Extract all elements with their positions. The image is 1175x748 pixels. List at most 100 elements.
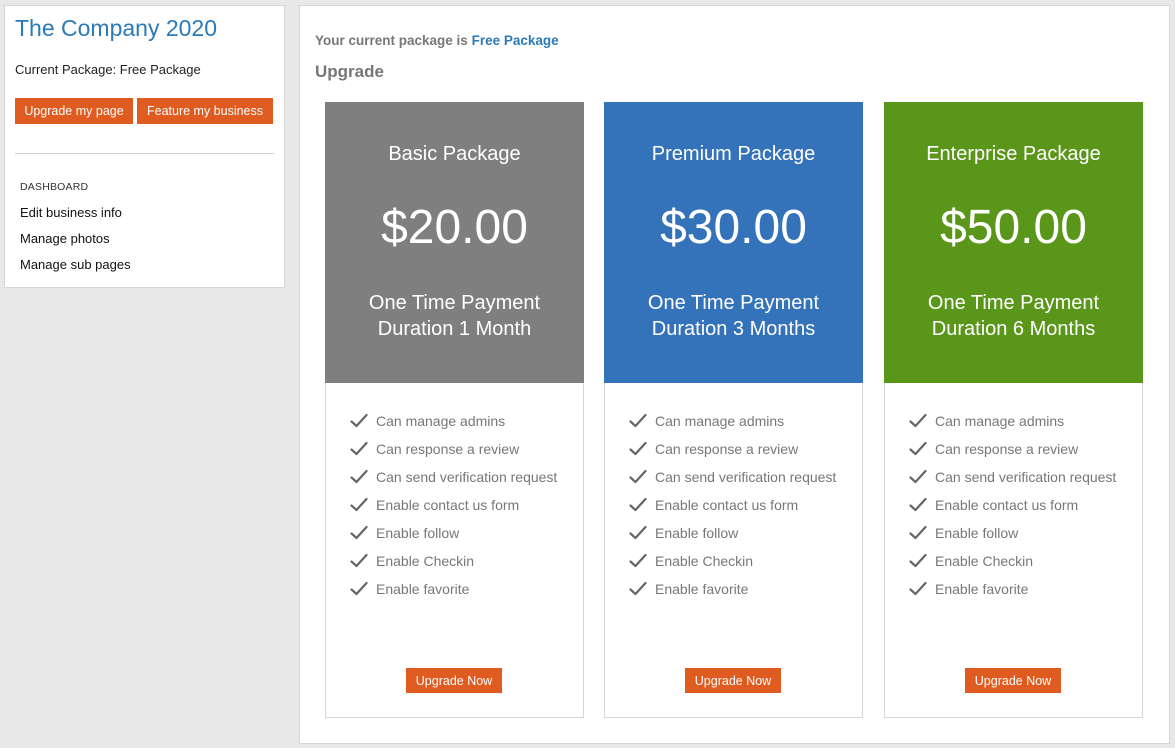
- feature-item: Can response a review: [909, 440, 1124, 458]
- package-price: $50.00: [940, 201, 1087, 254]
- feature-item: Enable follow: [909, 524, 1124, 542]
- feature-item: Enable Checkin: [629, 552, 844, 570]
- main-panel: Your current package is Free Package Upg…: [299, 5, 1170, 744]
- package-card-basic: Basic Package $20.00 One Time Payment Du…: [325, 102, 584, 718]
- feature-item: Can response a review: [350, 440, 565, 458]
- check-icon: [350, 525, 368, 540]
- check-icon: [629, 441, 647, 456]
- check-icon: [909, 413, 927, 428]
- current-package-text: Current Package: Free Package: [15, 62, 201, 77]
- check-icon: [909, 553, 927, 568]
- feature-list: Can manage admins Can response a review Ca…: [350, 412, 565, 608]
- feature-label: Can response a review: [376, 441, 520, 457]
- package-header: Premium Package $30.00 One Time Payment …: [604, 102, 863, 383]
- feature-label: Enable favorite: [655, 581, 749, 597]
- feature-label: Can manage admins: [655, 413, 785, 429]
- company-title[interactable]: The Company 2020: [15, 15, 217, 42]
- feature-item: Can manage admins: [629, 412, 844, 430]
- check-icon: [629, 413, 647, 428]
- feature-item: Enable favorite: [909, 580, 1124, 598]
- upgrade-now-button[interactable]: Upgrade Now: [965, 668, 1061, 693]
- check-icon: [350, 469, 368, 484]
- package-header: Basic Package $20.00 One Time Payment Du…: [325, 102, 584, 383]
- package-duration: Duration 6 Months: [931, 318, 1096, 340]
- check-icon: [350, 441, 368, 456]
- check-icon: [629, 581, 647, 596]
- package-payment: One Time Payment: [647, 292, 820, 314]
- sidebar-link-manage-sub-pages[interactable]: Manage sub pages: [20, 257, 131, 272]
- feature-label: Enable Checkin: [655, 553, 754, 569]
- package-duration: Duration 3 Months: [651, 318, 816, 340]
- feature-label: Enable follow: [655, 525, 739, 541]
- package-payment: One Time Payment: [368, 292, 541, 314]
- check-icon: [909, 581, 927, 596]
- feature-label: Enable contact us form: [655, 497, 799, 513]
- package-price: $20.00: [381, 201, 528, 254]
- check-icon: [909, 497, 927, 512]
- feature-item: Enable contact us form: [350, 496, 565, 514]
- package-card-enterprise: Enterprise Package $50.00 One Time Payme…: [884, 102, 1143, 718]
- feature-item: Enable contact us form: [909, 496, 1124, 514]
- current-package-link[interactable]: Free Package: [472, 33, 559, 48]
- check-icon: [350, 413, 368, 428]
- package-header: Enterprise Package $50.00 One Time Payme…: [884, 102, 1143, 383]
- check-icon: [350, 581, 368, 596]
- check-icon: [629, 525, 647, 540]
- feature-item: Can send verification request: [350, 468, 565, 486]
- check-icon: [629, 553, 647, 568]
- feature-label: Enable Checkin: [376, 553, 475, 569]
- feature-label: Can manage admins: [935, 413, 1065, 429]
- feature-item: Enable contact us form: [629, 496, 844, 514]
- feature-item: Enable follow: [629, 524, 844, 542]
- sidebar-link-manage-photos[interactable]: Manage photos: [20, 231, 110, 246]
- upgrade-now-button[interactable]: Upgrade Now: [406, 668, 502, 693]
- check-icon: [350, 497, 368, 512]
- check-icon: [909, 441, 927, 456]
- feature-label: Enable contact us form: [935, 497, 1079, 513]
- feature-list: Can manage admins Can response a review Ca…: [909, 412, 1124, 608]
- feature-label: Can send verification request: [376, 469, 558, 485]
- feature-label: Can manage admins: [376, 413, 506, 429]
- feature-label: Enable follow: [376, 525, 460, 541]
- feature-label: Can send verification request: [935, 469, 1117, 485]
- feature-item: Enable favorite: [629, 580, 844, 598]
- feature-label: Enable contact us form: [376, 497, 520, 513]
- check-icon: [350, 553, 368, 568]
- feature-list: Can manage admins Can response a review Ca…: [629, 412, 844, 608]
- package-card-premium: Premium Package $30.00 One Time Payment …: [604, 102, 863, 718]
- package-duration: Duration 1 Month: [377, 318, 532, 340]
- upgrade-my-page-button[interactable]: Upgrade my page: [15, 98, 133, 124]
- upgrade-heading: Upgrade: [315, 62, 384, 81]
- feature-label: Enable follow: [935, 525, 1019, 541]
- feature-label: Can send verification request: [655, 469, 837, 485]
- feature-label: Can response a review: [935, 441, 1079, 457]
- sidebar-link-edit-business-info[interactable]: Edit business info: [20, 205, 122, 220]
- feature-item: Enable Checkin: [909, 552, 1124, 570]
- feature-label: Enable favorite: [935, 581, 1029, 597]
- feature-item: Enable follow: [350, 524, 565, 542]
- feature-my-business-button[interactable]: Feature my business: [137, 98, 273, 124]
- feature-item: Can manage admins: [909, 412, 1124, 430]
- current-package-prefix: Your current package is: [315, 33, 468, 48]
- sidebar: The Company 2020 Current Package: Free P…: [4, 5, 285, 288]
- feature-item: Can response a review: [629, 440, 844, 458]
- feature-item: Enable favorite: [350, 580, 565, 598]
- check-icon: [629, 469, 647, 484]
- feature-label: Enable Checkin: [935, 553, 1034, 569]
- package-name: Basic Package: [388, 143, 521, 165]
- feature-label: Can response a review: [655, 441, 799, 457]
- feature-item: Can send verification request: [629, 468, 844, 486]
- check-icon: [629, 497, 647, 512]
- package-name: Enterprise Package: [926, 143, 1101, 165]
- sidebar-divider: [15, 153, 274, 154]
- current-package-line: Your current package is Free Package: [315, 33, 559, 48]
- upgrade-now-button[interactable]: Upgrade Now: [685, 668, 781, 693]
- package-name: Premium Package: [651, 143, 816, 165]
- feature-label: Enable favorite: [376, 581, 470, 597]
- feature-item: Enable Checkin: [350, 552, 565, 570]
- feature-item: Can manage admins: [350, 412, 565, 430]
- feature-item: Can send verification request: [909, 468, 1124, 486]
- dashboard-heading: DASHBOARD: [20, 181, 89, 193]
- package-payment: One Time Payment: [927, 292, 1100, 314]
- check-icon: [909, 469, 927, 484]
